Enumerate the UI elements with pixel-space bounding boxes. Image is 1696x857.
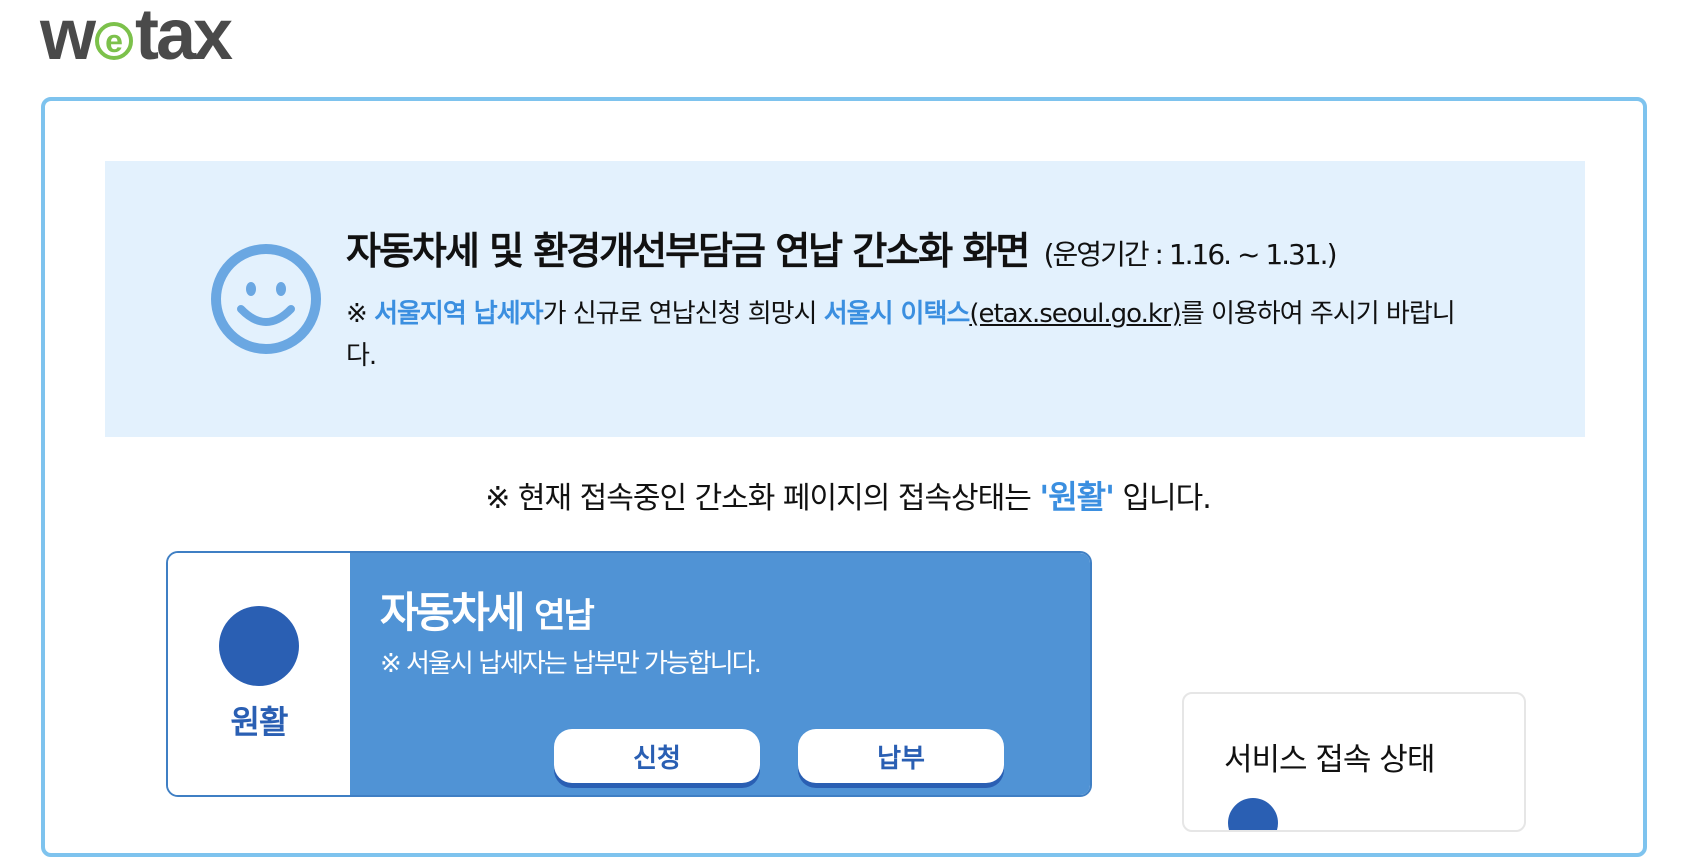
wetax-logo[interactable]: w e tax — [40, 0, 233, 75]
status-line-value: '원활' — [1039, 478, 1114, 516]
notice-text: ※ 서울지역 납세자가 신규로 연납신청 희망시 서울시 이택스(etax.se… — [346, 293, 1476, 377]
logo-text-tax: tax — [135, 0, 233, 75]
status-dot-icon — [1228, 798, 1278, 830]
smiley-face-icon — [211, 244, 321, 354]
service-status-label: 원활 — [230, 703, 289, 741]
service-title-sub: 연납 — [534, 596, 595, 636]
pay-button[interactable]: 납부 — [798, 729, 1004, 783]
service-note: ※ 서울시 납세자는 납부만 가능합니다. — [380, 649, 762, 679]
notice-prefix: ※ — [346, 299, 375, 329]
etax-link[interactable]: (etax.seoul.go.kr) — [969, 299, 1181, 329]
service-title-main: 자동차세 — [380, 588, 526, 637]
service-info-panel: 자동차세 연납 ※ 서울시 납세자는 납부만 가능합니다. 신청 납부 — [350, 553, 1090, 795]
notice-period: (운영기간 : 1.16. ~ 1.31.) — [1043, 238, 1338, 271]
service-status-column: 원활 — [168, 553, 350, 795]
logo-e-circle: e — [95, 22, 134, 60]
apply-button[interactable]: 신청 — [554, 729, 760, 783]
notice-title: 자동차세 및 환경개선부담금 연납 간소화 화면 (운영기간 : 1.16. ~… — [346, 220, 1338, 275]
status-line-prefix: ※ 현재 접속중인 간소화 페이지의 접속상태는 — [485, 481, 1040, 516]
notice-mid: 가 신규로 연납신청 희망시 — [542, 299, 824, 329]
notice-highlight-seoul-taxpayer: 서울지역 납세자 — [374, 299, 543, 329]
connection-status-line: ※ 현재 접속중인 간소화 페이지의 접속상태는 '원활' 입니다. — [0, 472, 1696, 518]
status-line-suffix: 입니다. — [1113, 481, 1211, 516]
notice-highlight-etax: 서울시 이택스 — [823, 299, 971, 329]
service-title: 자동차세 연납 — [380, 579, 595, 640]
service-connection-status-panel: 서비스 접속 상태 — [1182, 692, 1526, 832]
notice-title-text: 자동차세 및 환경개선부담금 연납 간소화 화면 — [346, 229, 1030, 273]
car-tax-service-card: 원활 자동차세 연납 ※ 서울시 납세자는 납부만 가능합니다. 신청 납부 — [166, 551, 1092, 797]
logo-text-w: w — [40, 0, 96, 75]
status-dot-icon — [219, 606, 299, 686]
side-panel-title: 서비스 접속 상태 — [1224, 742, 1435, 778]
